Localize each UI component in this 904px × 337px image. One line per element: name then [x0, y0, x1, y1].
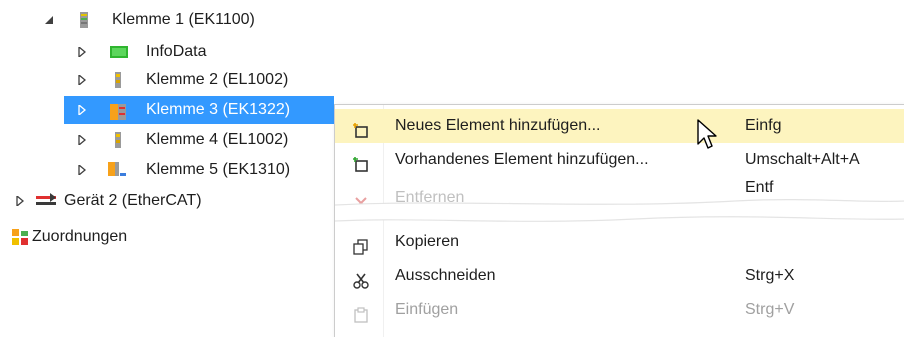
copy-icon	[353, 234, 369, 255]
paste-icon	[353, 302, 369, 323]
tree-item-label: Zuordnungen	[32, 228, 128, 245]
collapsed-arrow-icon[interactable]	[78, 96, 88, 120]
context-menu: Neues Element hinzufügen... Einfg Vorhan…	[334, 104, 904, 337]
coupler-terminal-icon	[76, 12, 92, 28]
expanded-arrow-icon[interactable]	[44, 8, 54, 32]
terminal-icon	[110, 132, 126, 148]
menu-item-cut[interactable]: Ausschneiden Strg+X	[335, 259, 904, 293]
tree-item-klemme-2[interactable]: Klemme 2 (EL1002)	[72, 68, 332, 92]
mouse-pointer-icon	[697, 119, 717, 149]
collapsed-arrow-icon[interactable]	[78, 158, 88, 182]
menu-item-shortcut: Einfg	[745, 117, 782, 134]
terminal-junction-icon	[110, 102, 126, 120]
collapsed-arrow-icon[interactable]	[78, 128, 88, 152]
infodata-icon	[110, 44, 128, 60]
tree-item-label: InfoData	[146, 43, 207, 60]
menu-item-label: Einfügen	[395, 301, 459, 318]
menu-item-existing-element[interactable]: Vorhandenes Element hinzufügen... Umscha…	[335, 143, 904, 177]
menu-tear-divider	[335, 199, 904, 222]
menu-item-shortcut: Strg+X	[745, 267, 795, 284]
ethercat-device-icon	[36, 193, 56, 209]
menu-item-label: Vorhandenes Element hinzufügen...	[395, 151, 649, 168]
menu-item-label: Kopieren	[395, 233, 460, 250]
menu-item-copy[interactable]: Kopieren	[335, 225, 904, 259]
tree-item-label: Gerät 2 (EtherCAT)	[64, 192, 202, 209]
menu-item-new-element[interactable]: Neues Element hinzufügen... Einfg	[335, 109, 904, 143]
tree-item-label: Klemme 2 (EL1002)	[146, 71, 289, 88]
tree-item-klemme-3[interactable]: Klemme 3 (EK1322)	[64, 96, 334, 124]
tree-item-klemme-1[interactable]: Klemme 1 (EK1100)	[40, 8, 300, 32]
menu-item-shortcut: Strg+V	[745, 301, 795, 318]
tree-item-label: Klemme 4 (EL1002)	[146, 131, 289, 148]
tree-item-infodata[interactable]: InfoData	[72, 40, 292, 64]
tree-item-geraet-2[interactable]: Gerät 2 (EtherCAT)	[10, 189, 270, 213]
tree-item-zuordnungen[interactable]: Zuordnungen	[10, 225, 210, 249]
existing-item-icon	[353, 152, 369, 172]
collapsed-arrow-icon[interactable]	[78, 40, 88, 64]
tree-item-label: Klemme 3 (EK1322)	[146, 101, 291, 118]
tree-item-label: Klemme 1 (EK1100)	[112, 11, 255, 28]
menu-item-label: Neues Element hinzufügen...	[395, 117, 601, 134]
terminal-extension-icon	[108, 162, 126, 178]
mappings-icon	[12, 229, 28, 245]
collapsed-arrow-icon[interactable]	[16, 189, 26, 213]
tree-item-label: Klemme 5 (EK1310)	[146, 161, 291, 178]
tree-item-klemme-5[interactable]: Klemme 5 (EK1310)	[72, 158, 332, 182]
terminal-icon	[110, 72, 126, 88]
menu-item-label: Ausschneiden	[395, 267, 496, 284]
tree-item-klemme-4[interactable]: Klemme 4 (EL1002)	[72, 128, 332, 152]
collapsed-arrow-icon[interactable]	[78, 68, 88, 92]
cut-icon	[353, 268, 369, 289]
menu-item-paste[interactable]: Einfügen Strg+V	[335, 293, 904, 327]
new-item-icon	[353, 118, 369, 138]
